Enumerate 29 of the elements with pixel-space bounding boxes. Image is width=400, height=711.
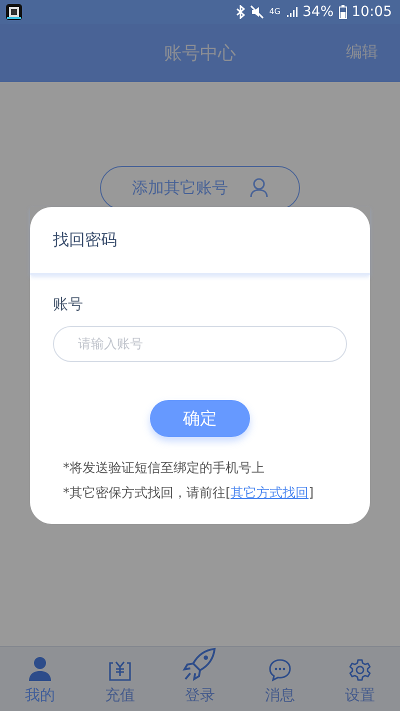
nav-tab[interactable]: 充值	[80, 647, 160, 711]
edit-link[interactable]: 编辑	[346, 42, 378, 63]
app-icon	[6, 4, 22, 20]
battery-percent: 34%	[302, 4, 334, 20]
dialog-title: 找回密码	[53, 230, 117, 250]
other-method-link[interactable]: 其它方式找回	[230, 486, 309, 501]
nav-tab[interactable]: 登录	[160, 647, 240, 711]
account-input[interactable]: 请输入账号	[53, 326, 347, 362]
add-account-button[interactable]: 添加其它账号	[100, 166, 300, 210]
signal-icon	[286, 6, 298, 18]
field-label: 账号	[53, 295, 84, 314]
note-text: *其它密保方式找回，请前往[其它方式找回]	[63, 485, 315, 502]
network-type: 4G	[269, 8, 281, 16]
clock: 10:05	[352, 4, 392, 20]
wallet-icon	[108, 660, 132, 682]
nav-tab[interactable]: 设置	[320, 647, 400, 711]
chat-bubble-icon	[268, 658, 292, 682]
settings-icon	[348, 658, 372, 682]
rocket-icon	[182, 647, 218, 682]
confirm-button[interactable]: 确定	[150, 400, 250, 437]
note-text: *将发送验证短信至绑定的手机号上	[63, 460, 266, 477]
nav-tab[interactable]: 我的	[0, 647, 80, 711]
person-icon	[28, 656, 52, 682]
person-icon	[250, 178, 268, 198]
bluetooth-icon	[236, 5, 246, 19]
mute-icon	[250, 5, 264, 19]
battery-icon	[338, 5, 347, 19]
page-title: 账号中心	[164, 42, 236, 65]
nav-tab[interactable]: 消息	[240, 647, 320, 711]
